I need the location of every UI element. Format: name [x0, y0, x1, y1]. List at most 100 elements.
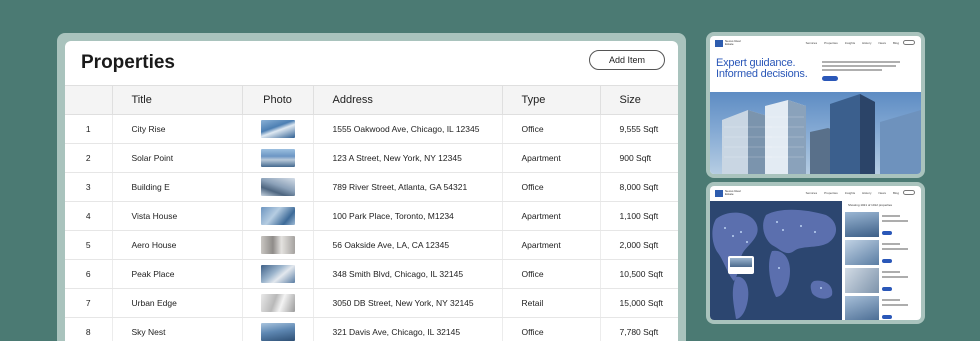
site-preview-listings[interactable]: Nexus Real Estate Services Properties In… [706, 182, 925, 324]
table-row[interactable]: 6 Peak Place 348 Smith Blvd, Chicago, IL 3… [65, 259, 678, 289]
table-row[interactable]: 4 Vista House 100 Park Place, Toronto, M12… [65, 201, 678, 231]
cell-photo[interactable] [242, 288, 314, 318]
cell-title[interactable]: Vista House [112, 201, 243, 231]
preview-nav-link: Insights [844, 41, 856, 45]
listing-card[interactable] [845, 296, 917, 320]
row-index: 2 [65, 143, 113, 173]
property-photo-thumbnail[interactable] [260, 265, 295, 283]
cell-type[interactable]: Apartment [502, 201, 601, 231]
preview-nav-link: Services [805, 191, 818, 195]
cell-type[interactable]: Office [502, 317, 601, 341]
table-row[interactable]: 5 Aero House 56 Oakside Ave, LA, CA 12345 A… [65, 230, 678, 260]
property-photo-thumbnail[interactable] [260, 178, 295, 196]
cell-type[interactable]: Apartment [502, 143, 601, 173]
cell-address[interactable]: 100 Park Place, Toronto, M1234 [313, 201, 503, 231]
column-header-index[interactable] [65, 85, 113, 115]
cell-size[interactable]: 15,000 Sqft [600, 288, 678, 318]
site-preview-listings-page: Nexus Real Estate Services Properties In… [710, 186, 921, 320]
table-row[interactable]: 1 City Rise 1555 Oakwood Ave, Chicago, IL … [65, 114, 678, 144]
cell-size[interactable]: 7,780 Sqft [600, 317, 678, 341]
property-photo-thumbnail[interactable] [260, 149, 295, 167]
cell-title[interactable]: Sky Nest [112, 317, 243, 341]
property-photo-thumbnail[interactable] [260, 207, 295, 225]
table-header-row: Title Photo Address Type Size [65, 85, 678, 115]
add-item-button[interactable]: Add Item [589, 50, 665, 70]
cell-address[interactable]: 321 Davis Ave, Chicago, IL 32145 [313, 317, 503, 341]
table-row[interactable]: 8 Sky Nest 321 Davis Ave, Chicago, IL 3214… [65, 317, 678, 341]
property-photo-thumbnail[interactable] [260, 120, 295, 138]
column-header-photo[interactable]: Photo [242, 85, 314, 115]
cell-type[interactable]: Office [502, 172, 601, 202]
preview-hero-title: Expert guidance. Informed decisions. [716, 58, 826, 80]
table-row[interactable]: 3 Building E 789 River Street, Atlanta, GA… [65, 172, 678, 202]
row-index: 6 [65, 259, 113, 289]
table-row[interactable]: 2 Solar Point 123 A Street, New York, NY 1… [65, 143, 678, 173]
column-header-title[interactable]: Title [112, 85, 243, 115]
column-header-size[interactable]: Size [600, 85, 678, 115]
cell-type[interactable]: Office [502, 114, 601, 144]
properties-panel: Properties Add Item Title Photo Address … [65, 41, 678, 341]
cell-size[interactable]: 10,500 Sqft [600, 259, 678, 289]
cell-address[interactable]: 3050 DB Street, New York, NY 32145 [313, 288, 503, 318]
property-photo-thumbnail[interactable] [260, 294, 295, 312]
cell-title[interactable]: Peak Place [112, 259, 243, 289]
row-index: 5 [65, 230, 113, 260]
preview-nav-link: Insights [844, 191, 856, 195]
column-header-address[interactable]: Address [313, 85, 503, 115]
property-photo-thumbnail[interactable] [260, 323, 295, 341]
cell-address[interactable]: 123 A Street, New York, NY 12345 [313, 143, 503, 173]
preview-logo-text: Nexus Real Estate [725, 189, 741, 197]
cell-address[interactable]: 56 Oakside Ave, LA, CA 12345 [313, 230, 503, 260]
preview-nav-link: Services [805, 41, 818, 45]
listing-card[interactable] [845, 268, 917, 293]
row-index: 3 [65, 172, 113, 202]
cell-photo[interactable] [242, 201, 314, 231]
preview-nav-bar: Nexus Real Estate Services Properties In… [710, 36, 921, 50]
preview-nav-link: Properties [824, 41, 838, 45]
results-count: Showing 1021 of 1012 properties [848, 203, 893, 207]
preview-nav-links: Services Properties Insights History New… [806, 191, 899, 195]
cell-address[interactable]: 1555 Oakwood Ave, Chicago, IL 12345 [313, 114, 503, 144]
panel-header: Properties Add Item [65, 41, 678, 85]
cell-photo[interactable] [242, 230, 314, 260]
building-logo-icon [715, 40, 723, 47]
site-preview-home[interactable]: Nexus Real Estate Services Properties In… [706, 32, 925, 178]
cell-photo[interactable] [242, 317, 314, 341]
cell-size[interactable]: 2,000 Sqft [600, 230, 678, 260]
cell-photo[interactable] [242, 259, 314, 289]
cell-type[interactable]: Retail [502, 288, 601, 318]
page-title: Properties [81, 52, 175, 73]
site-preview-home-page: Nexus Real Estate Services Properties In… [710, 36, 921, 174]
preview-logo-text: Nexus Real Estate [725, 39, 741, 47]
cell-size[interactable]: 8,000 Sqft [600, 172, 678, 202]
cell-type[interactable]: Office [502, 259, 601, 289]
table-row[interactable]: 7 Urban Edge 3050 DB Street, New York, NY … [65, 288, 678, 318]
cell-size[interactable]: 1,100 Sqft [600, 201, 678, 231]
cell-title[interactable]: Building E [112, 172, 243, 202]
row-index: 7 [65, 288, 113, 318]
property-photo-thumbnail[interactable] [260, 236, 295, 254]
cell-type[interactable]: Apartment [502, 230, 601, 260]
preview-nav-link: News [878, 191, 886, 195]
preview-hero-cta [822, 76, 838, 81]
row-index: 4 [65, 201, 113, 231]
cell-title[interactable]: Aero House [112, 230, 243, 260]
map-property-popup[interactable] [728, 256, 754, 274]
listing-card[interactable] [845, 240, 917, 265]
cell-photo[interactable] [242, 143, 314, 173]
cell-title[interactable]: Solar Point [112, 143, 243, 173]
preview-hero-description [822, 61, 902, 73]
cell-title[interactable]: Urban Edge [112, 288, 243, 318]
cell-photo[interactable] [242, 114, 314, 144]
cell-address[interactable]: 789 River Street, Atlanta, GA 54321 [313, 172, 503, 202]
cell-title[interactable]: City Rise [112, 114, 243, 144]
listing-card[interactable] [845, 212, 917, 237]
properties-table: Title Photo Address Type Size 1 City Rise… [65, 85, 678, 341]
cell-address[interactable]: 348 Smith Blvd, Chicago, IL 32145 [313, 259, 503, 289]
preview-nav-links: Services Properties Insights History New… [806, 41, 899, 45]
cell-size[interactable]: 900 Sqft [600, 143, 678, 173]
preview-nav-link: History [862, 41, 872, 45]
cell-photo[interactable] [242, 172, 314, 202]
column-header-type[interactable]: Type [502, 85, 601, 115]
cell-size[interactable]: 9,555 Sqft [600, 114, 678, 144]
